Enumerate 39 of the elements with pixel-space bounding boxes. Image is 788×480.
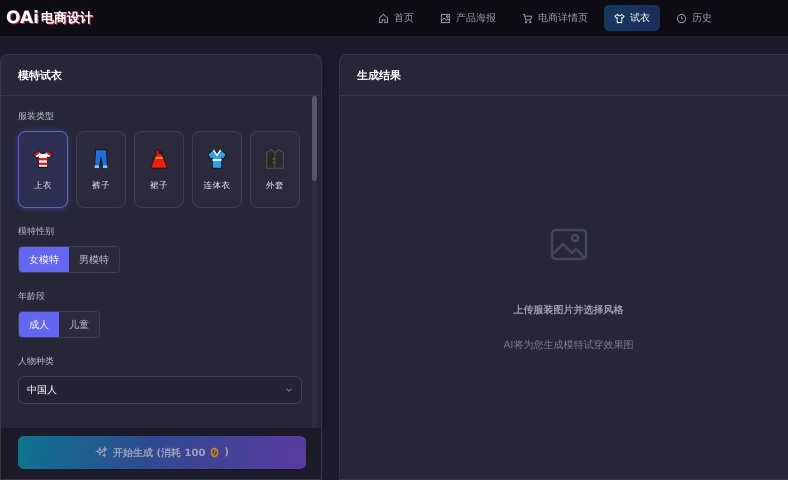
cart-icon [522,12,533,24]
segment-option[interactable]: 女模特 [19,247,69,272]
empty-state-title: 上传服装图片并选择风格 [514,303,624,317]
panel-title: 模特试衣 [1,55,321,96]
nav-tab[interactable]: 首页 [368,5,424,31]
field-label: 年龄段 [18,290,46,303]
sparkle-icon [95,446,108,459]
field-label: 人物种类 [18,356,55,368]
segment-option[interactable]: 男模特 [69,247,119,272]
panel-title: 生成结果 [340,55,788,96]
coin-icon [210,447,220,458]
image-placeholder-icon [550,228,588,261]
clock-icon [676,12,687,24]
dress-icon [148,148,170,170]
scrollbar[interactable] [312,96,317,428]
field-label: 模特性别 [18,226,55,238]
segment-option[interactable]: 成人 [19,312,59,337]
nav-tab[interactable]: 电商详情页 [512,5,598,31]
garment-option[interactable]: 上衣 [18,131,68,208]
logo-text: 电商设计 [40,10,93,27]
field-label: 服装类型 [18,110,55,123]
kimono-icon [206,148,228,170]
nav-tab[interactable]: 历史 [666,5,722,31]
logo-mark: OAi [6,8,39,28]
shirt-icon [32,148,54,170]
select-field[interactable]: 中国人 [18,376,302,404]
garment-option[interactable]: 裤子 [76,131,126,208]
image-icon [440,12,451,24]
shirt-icon [614,12,625,24]
segment-option[interactable]: 儿童 [59,312,99,337]
garment-option[interactable]: 裙子 [134,131,184,208]
nav-tab[interactable]: 产品海报 [430,5,506,31]
chevron-down-icon [285,386,293,394]
garment-option[interactable]: 连体衣 [192,131,242,208]
garment-option[interactable]: 外套 [250,131,300,208]
home-icon [378,12,389,24]
empty-state-hint: AI将为您生成模特试穿效果图 [504,338,634,352]
coat-icon [264,148,286,170]
nav-tab[interactable]: 试衣 [604,5,660,31]
